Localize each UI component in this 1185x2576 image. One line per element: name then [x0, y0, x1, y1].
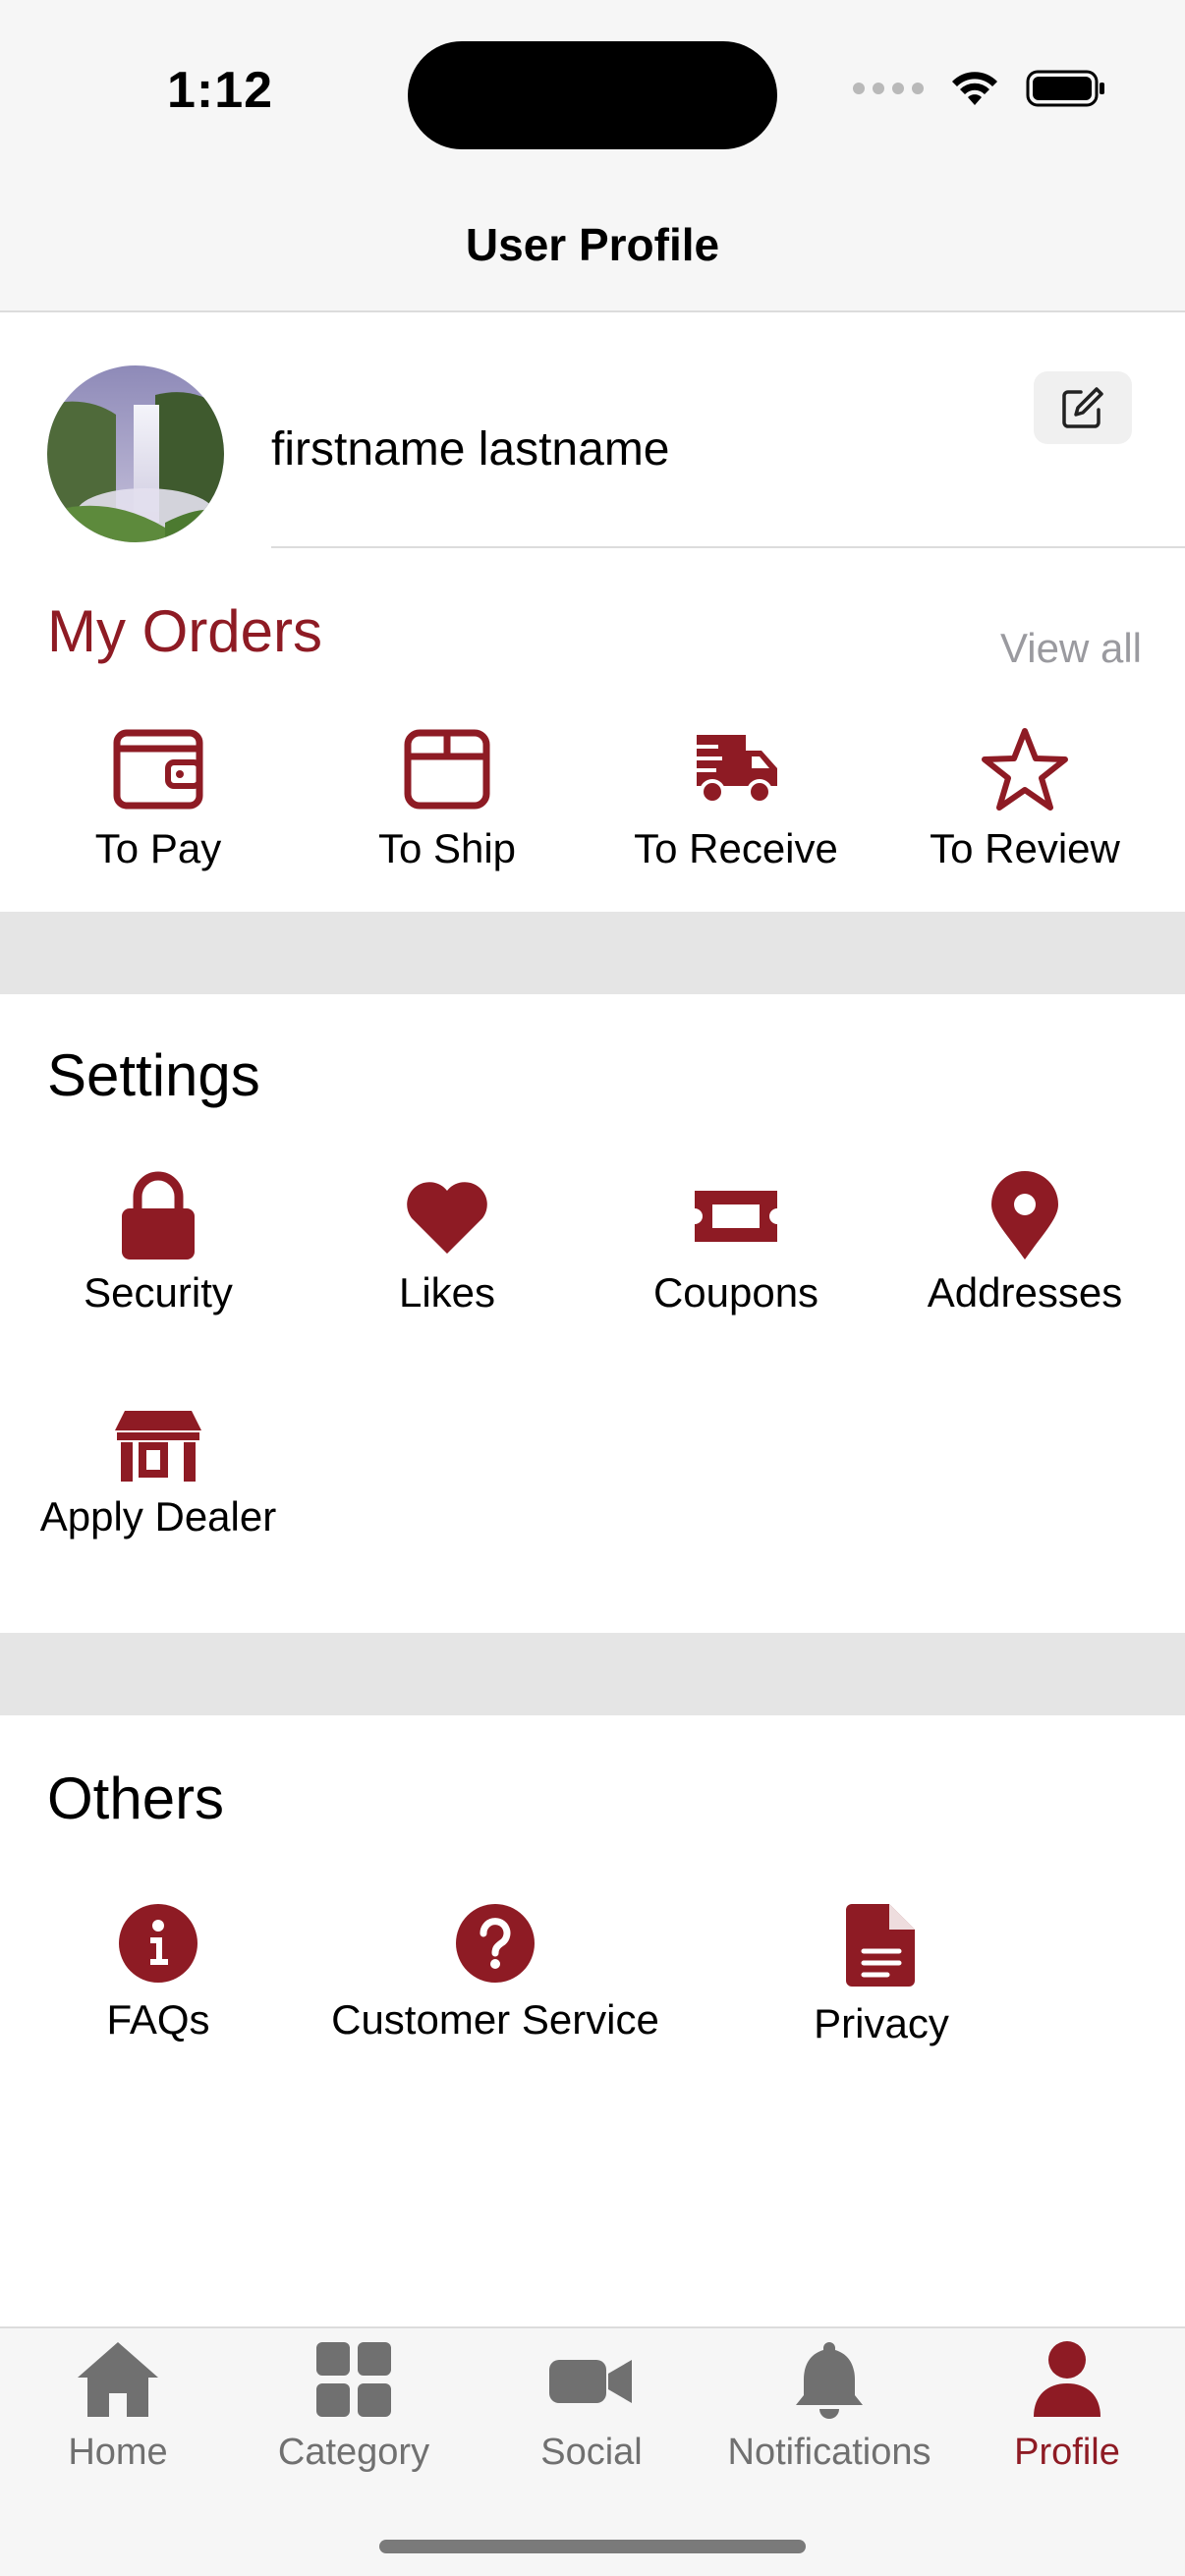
order-to-review[interactable]: To Review — [880, 725, 1169, 872]
box-icon — [404, 729, 490, 810]
info-icon — [119, 1904, 198, 1983]
order-label: To Ship — [377, 825, 517, 871]
settings-title: Settings — [47, 1042, 260, 1108]
settings-likes[interactable]: Likes — [303, 1171, 592, 1316]
settings-security[interactable]: Security — [14, 1171, 303, 1316]
view-all-orders-link[interactable]: View all — [1000, 625, 1142, 672]
status-icons — [853, 69, 1106, 108]
location-pin-icon — [991, 1171, 1058, 1260]
settings-label: Security — [84, 1269, 233, 1316]
heart-icon — [407, 1182, 487, 1254]
order-label: To Receive — [634, 825, 838, 871]
order-label: To Review — [930, 825, 1120, 871]
home-indicator[interactable] — [379, 2540, 806, 2553]
others-customer-service[interactable]: Customer Service — [322, 1902, 668, 2044]
divider — [271, 546, 1185, 548]
order-label: To Pay — [94, 825, 222, 871]
wifi-icon — [952, 72, 997, 105]
top-bar: 1:12 User Profile — [0, 0, 1185, 312]
settings-label: Apply Dealer — [39, 1493, 277, 1540]
order-to-receive[interactable]: To Receive — [592, 725, 880, 872]
person-icon — [1034, 2341, 1100, 2417]
section-separator — [0, 912, 1185, 994]
home-icon — [78, 2342, 158, 2417]
settings-label: Likes — [398, 1269, 496, 1316]
wallet-icon — [113, 729, 203, 810]
tab-label: Social — [540, 2432, 643, 2473]
tab-profile[interactable]: Profile — [949, 2338, 1185, 2474]
orders-title: My Orders — [47, 598, 323, 664]
tab-label: Category — [277, 2432, 430, 2473]
user-name: firstname lastname — [271, 423, 670, 476]
others-label: Customer Service — [331, 1996, 659, 2043]
ticket-icon — [695, 1191, 777, 1242]
section-separator — [0, 1633, 1185, 1715]
tab-social[interactable]: Social — [474, 2338, 709, 2474]
tab-label: Profile — [1014, 2432, 1120, 2473]
tab-home[interactable]: Home — [0, 2338, 236, 2474]
star-icon — [982, 728, 1068, 811]
settings-addresses[interactable]: Addresses — [880, 1171, 1169, 1316]
user-profile-screen: 1:12 User Profile firstname lastname My … — [0, 0, 1185, 2576]
question-icon — [456, 1904, 535, 1983]
order-to-ship[interactable]: To Ship — [303, 725, 592, 872]
tab-notifications[interactable]: Notifications — [711, 2338, 947, 2474]
document-icon — [846, 1904, 915, 1987]
settings-coupons[interactable]: Coupons — [592, 1171, 880, 1316]
battery-icon — [1026, 70, 1104, 107]
dynamic-island — [408, 41, 777, 149]
edit-icon — [1062, 387, 1103, 428]
bell-icon — [796, 2342, 863, 2419]
truck-icon — [689, 735, 777, 805]
lock-icon — [122, 1171, 195, 1260]
settings-apply-dealer[interactable]: Apply Dealer — [14, 1407, 303, 1540]
tab-label: Notifications — [727, 2432, 931, 2473]
cellular-signal-icon — [853, 83, 924, 94]
tab-label: Home — [68, 2432, 168, 2473]
order-to-pay[interactable]: To Pay — [14, 725, 303, 872]
settings-label: Addresses — [927, 1269, 1123, 1316]
avatar[interactable] — [47, 365, 224, 542]
others-privacy[interactable]: Privacy — [737, 1902, 1026, 2047]
grid-icon — [316, 2342, 391, 2417]
others-label: FAQs — [106, 1996, 210, 2043]
tab-category[interactable]: Category — [236, 2338, 472, 2474]
store-icon — [115, 1411, 201, 1482]
others-faqs[interactable]: FAQs — [14, 1902, 303, 2044]
video-icon — [549, 2360, 632, 2403]
page-title: User Profile — [465, 219, 720, 270]
others-label: Privacy — [814, 2000, 949, 2046]
status-time: 1:12 — [167, 62, 274, 119]
others-title: Others — [47, 1765, 225, 1831]
edit-profile-button[interactable] — [1034, 371, 1132, 444]
settings-label: Coupons — [652, 1269, 819, 1316]
